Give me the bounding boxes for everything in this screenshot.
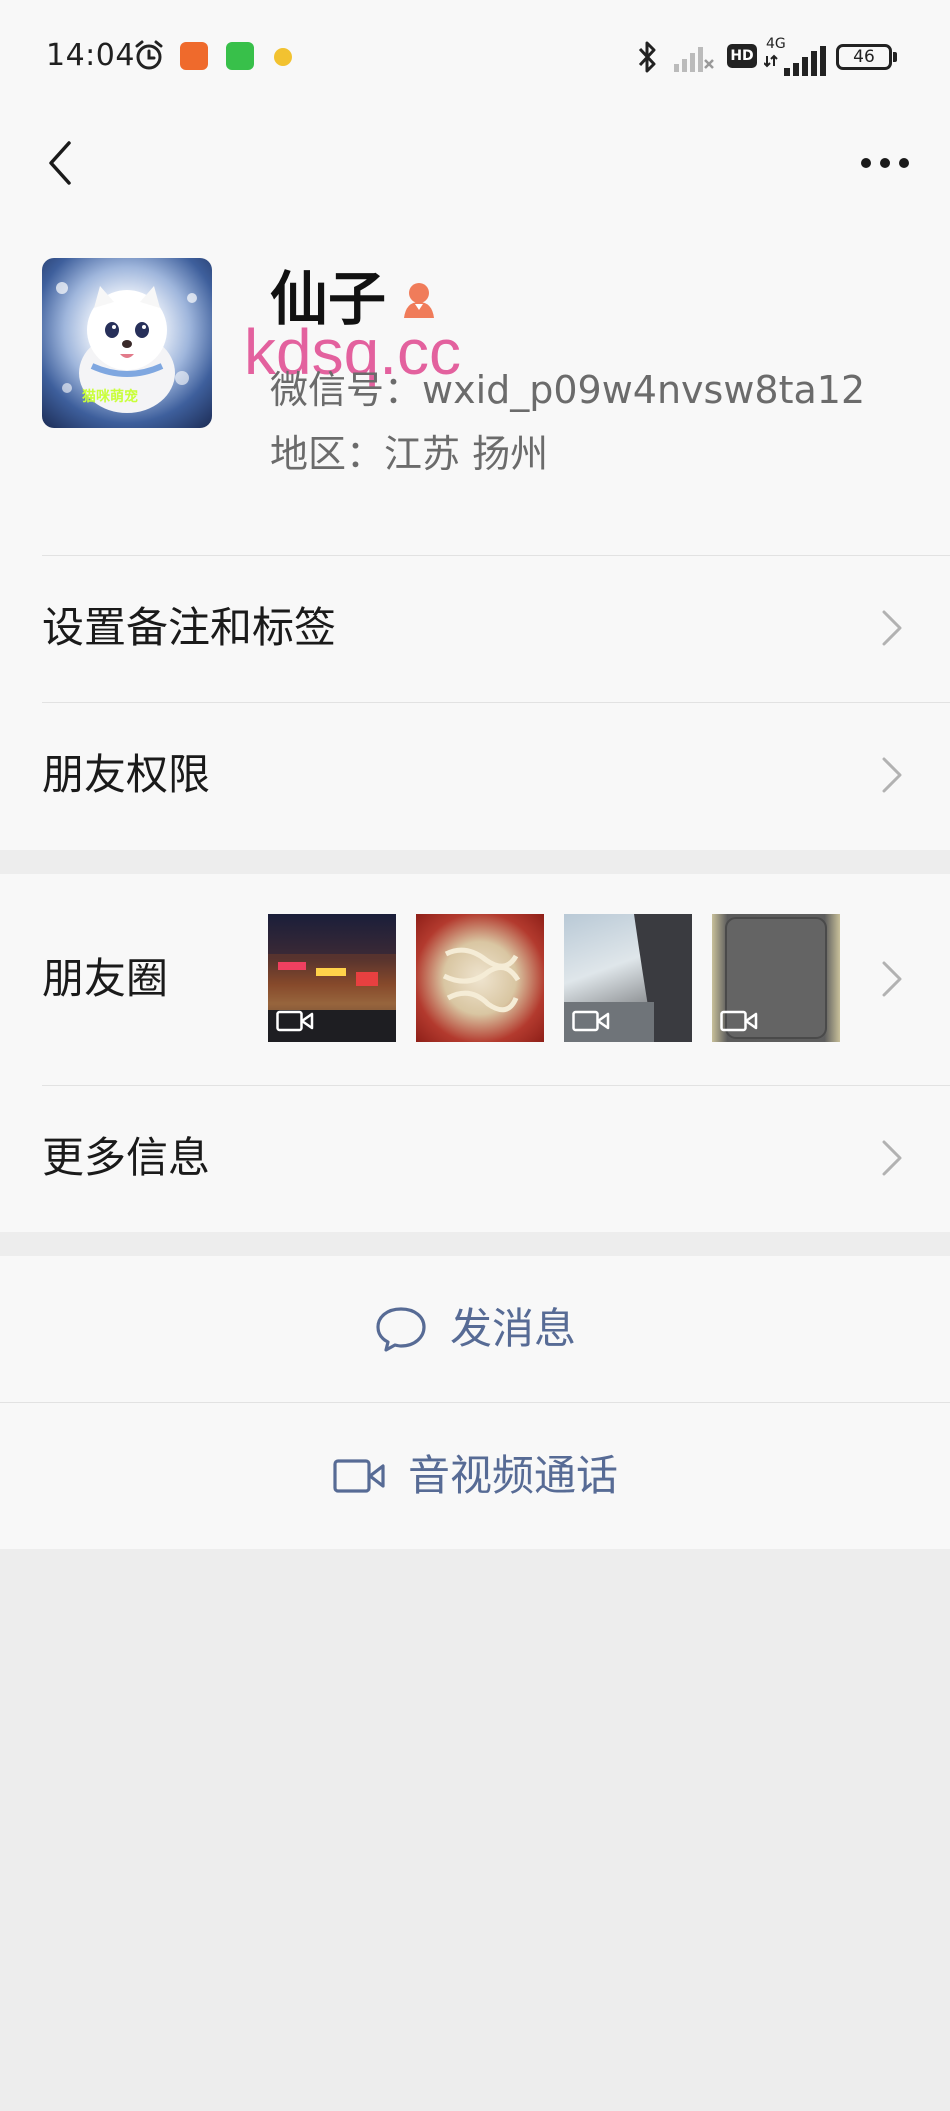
- moments-thumbnail: [268, 914, 396, 1042]
- hd-badge: HD: [727, 44, 757, 68]
- friend-permissions-label: 朋友权限: [42, 750, 211, 799]
- navigation-bar: [0, 116, 950, 212]
- status-bar: 14:04 HD 4G 46: [0, 0, 950, 116]
- region: 地区：江苏 扬州: [270, 432, 549, 476]
- moments-cell[interactable]: 朋友圈: [0, 874, 950, 1084]
- moments-thumbnails: [268, 914, 840, 1042]
- security-app-icon: [226, 42, 254, 70]
- chevron-right-icon: [882, 961, 902, 997]
- bluetooth-icon: [638, 41, 656, 73]
- video-icon: [276, 1010, 314, 1032]
- divider: [42, 1085, 950, 1086]
- divider: [42, 555, 950, 556]
- ellipsis-icon: [861, 158, 909, 168]
- more-options-button[interactable]: [850, 128, 920, 198]
- video-call-button[interactable]: 音视频通话: [0, 1403, 950, 1549]
- signal-off-icon: [674, 47, 714, 72]
- notification-dot-icon: [274, 48, 292, 66]
- battery-indicator: 46: [836, 44, 897, 70]
- cellular-signal-icon: [764, 46, 826, 76]
- friend-permissions-cell[interactable]: 朋友权限: [0, 702, 950, 848]
- alarm-icon: [135, 40, 163, 70]
- noodles-image: [442, 947, 521, 1013]
- status-time: 14:04: [46, 38, 135, 73]
- send-message-button[interactable]: 发消息: [0, 1256, 950, 1402]
- more-info-label: 更多信息: [42, 1133, 211, 1182]
- chevron-right-icon: [882, 1140, 902, 1176]
- video-camera-icon: [333, 1459, 385, 1493]
- moments-group: 朋友圈 更多信息: [0, 874, 950, 1232]
- settings-group: 设置备注和标签 朋友权限: [0, 552, 950, 850]
- video-icon: [572, 1010, 610, 1032]
- chevron-left-icon: [49, 141, 71, 185]
- moments-thumbnail: [416, 914, 544, 1042]
- video-icon: [720, 1010, 758, 1032]
- avatar[interactable]: 猫咪萌宠: [42, 258, 212, 428]
- contact-profile-page: 14:04 HD 4G 46 猫咪萌宠 仙子 kdsq.cc 微信号：wxid_…: [0, 0, 950, 2111]
- app-notification-icon: [180, 42, 208, 70]
- moments-label: 朋友圈: [42, 954, 169, 1003]
- remark-and-tags-label: 设置备注和标签: [42, 603, 337, 652]
- divider: [42, 702, 950, 703]
- wechat-id: 微信号：wxid_p09w4nvsw8ta12: [270, 368, 866, 412]
- more-info-cell[interactable]: 更多信息: [0, 1085, 950, 1231]
- moments-thumbnail: [712, 914, 840, 1042]
- moments-thumbnail: [564, 914, 692, 1042]
- avatar-caption: 猫咪萌宠: [82, 389, 138, 405]
- chevron-right-icon: [882, 757, 902, 793]
- send-message-label: 发消息: [449, 1304, 576, 1353]
- back-button[interactable]: [30, 128, 90, 198]
- video-call-label: 音视频通话: [407, 1451, 618, 1500]
- chevron-right-icon: [882, 610, 902, 646]
- profile-header: 猫咪萌宠 仙子 kdsq.cc 微信号：wxid_p09w4nvsw8ta12 …: [0, 212, 950, 552]
- remark-and-tags-cell[interactable]: 设置备注和标签: [0, 555, 950, 701]
- chat-bubble-icon: [376, 1307, 426, 1352]
